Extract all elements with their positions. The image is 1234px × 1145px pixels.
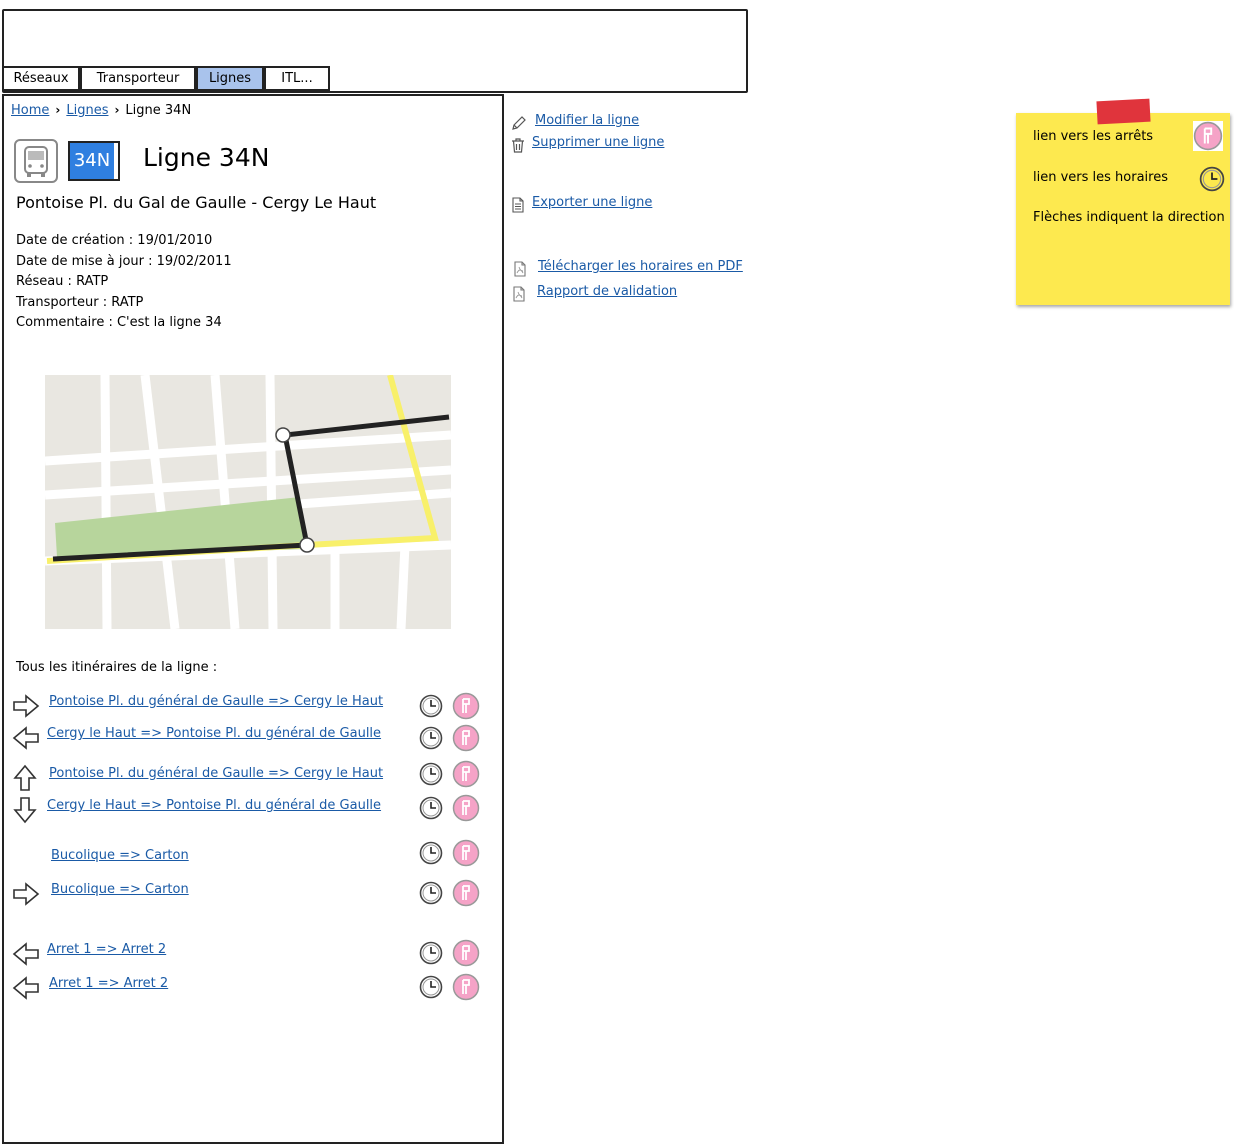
note-stops-text: lien vers les arrêts [1033, 129, 1154, 144]
route-link[interactable]: Bucolique => Carton [51, 882, 189, 897]
validation-report-link[interactable]: Rapport de validation [537, 284, 677, 299]
stop-icon[interactable] [452, 939, 480, 967]
arrow-up-icon [13, 764, 37, 791]
clock-icon [1199, 166, 1225, 192]
stop-icon[interactable] [452, 794, 480, 822]
network-value: Réseau : RATP [16, 274, 109, 289]
breadcrumb: Home › Lignes › Ligne 34N [11, 103, 191, 118]
chevron-right-icon: › [55, 103, 61, 117]
route-row: Bucolique => Carton [0, 878, 500, 912]
route-row: Pontoise Pl. du général de Gaulle => Cer… [0, 690, 500, 724]
clock-icon[interactable] [419, 762, 443, 786]
clock-icon[interactable] [419, 881, 443, 905]
line-subtitle: Pontoise Pl. du Gal de Gaulle - Cergy Le… [16, 193, 377, 212]
route-map[interactable] [44, 374, 452, 630]
download-pdf-link[interactable]: Télécharger les horaires en PDF [538, 259, 743, 274]
route-row: Cergy le Haut => Pontoise Pl. du général… [0, 794, 500, 828]
note-arrows-text: Flèches indiquent la direction [1033, 210, 1225, 225]
breadcrumb-current: Ligne 34N [125, 103, 192, 118]
clock-icon[interactable] [419, 975, 443, 999]
pdf-icon [513, 286, 525, 302]
stop-icon[interactable] [452, 724, 480, 752]
bus-icon [14, 139, 58, 183]
route-link[interactable]: Arret 1 => Arret 2 [49, 976, 168, 991]
modify-line-link[interactable]: Modifier la ligne [535, 113, 639, 128]
trash-icon [512, 138, 524, 153]
arrow-down-icon [13, 797, 37, 824]
tab-lignes[interactable]: Lignes [196, 66, 264, 91]
pencil-icon [512, 116, 526, 130]
tab-reseaux[interactable]: Réseaux [2, 66, 80, 91]
clock-icon[interactable] [419, 694, 443, 718]
route-link[interactable]: Cergy le Haut => Pontoise Pl. du général… [47, 798, 381, 813]
creation-date: Date de création : 19/01/2010 [16, 233, 213, 248]
breadcrumb-lines[interactable]: Lignes [66, 103, 108, 118]
arrow-left-icon [12, 942, 39, 966]
clock-icon[interactable] [419, 796, 443, 820]
route-link[interactable]: Arret 1 => Arret 2 [47, 942, 166, 957]
line-badge: 34N [68, 141, 120, 181]
arrow-right-icon [13, 694, 40, 718]
comment-value: Commentaire : C'est la ligne 34 [16, 315, 222, 330]
route-link[interactable]: Bucolique => Carton [51, 848, 189, 863]
stop-icon[interactable] [452, 973, 480, 1001]
route-row: Arret 1 => Arret 2 [0, 938, 500, 972]
line-metadata: Date de création : 19/01/2010 Date de mi… [16, 231, 232, 334]
stop-icon[interactable] [452, 760, 480, 788]
route-link[interactable]: Pontoise Pl. du général de Gaulle => Cer… [49, 694, 383, 709]
clock-icon[interactable] [419, 726, 443, 750]
arrow-left-icon [12, 976, 39, 1000]
route-row: Cergy le Haut => Pontoise Pl. du général… [0, 722, 500, 756]
note-timetables-text: lien vers les horaires [1033, 170, 1168, 185]
chevron-right-icon: › [114, 103, 120, 117]
carrier-value: Transporteur : RATP [16, 294, 144, 310]
update-date: Date de mise à jour : 19/02/2011 [16, 253, 232, 269]
route-link[interactable]: Cergy le Haut => Pontoise Pl. du général… [47, 726, 381, 741]
arrow-left-icon [12, 726, 39, 750]
route-row: Arret 1 => Arret 2 [0, 972, 500, 1006]
tape-strip [1096, 98, 1151, 125]
clock-icon[interactable] [419, 941, 443, 965]
export-line-link[interactable]: Exporter une ligne [532, 195, 652, 210]
clock-icon[interactable] [419, 841, 443, 865]
page-title: Ligne 34N [143, 143, 270, 172]
pdf-icon [514, 261, 526, 277]
stop-icon[interactable] [452, 692, 480, 720]
tab-itl[interactable]: ITL... [264, 66, 330, 91]
routes-heading: Tous les itinéraires de la ligne : [16, 660, 218, 675]
breadcrumb-home[interactable]: Home [11, 103, 49, 118]
tab-transporteur[interactable]: Transporteur [80, 66, 196, 91]
route-row: Pontoise Pl. du général de Gaulle => Cer… [0, 760, 500, 796]
route-link[interactable]: Pontoise Pl. du général de Gaulle => Cer… [49, 766, 383, 781]
stop-icon[interactable] [452, 839, 480, 867]
delete-line-link[interactable]: Supprimer une ligne [532, 135, 664, 150]
document-icon [512, 197, 524, 213]
arrow-right-icon [13, 882, 40, 906]
stop-icon[interactable] [452, 879, 480, 907]
route-row: Bucolique => Carton [0, 839, 500, 878]
stop-icon [1193, 121, 1223, 151]
